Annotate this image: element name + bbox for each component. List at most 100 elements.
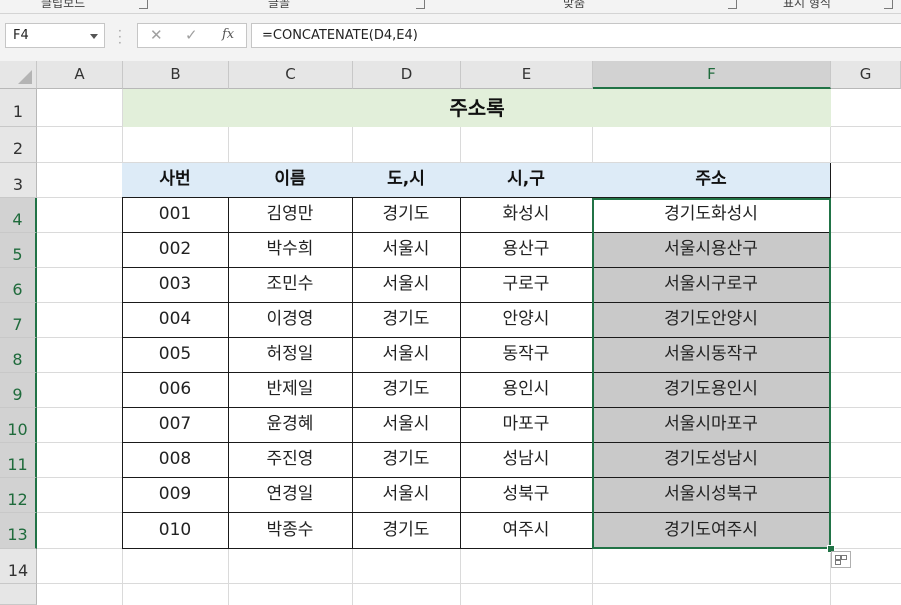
row-header-2[interactable]: 2 xyxy=(0,127,37,163)
column-header-c[interactable]: C xyxy=(229,61,353,89)
formula-bar: F4 · · · ✕ ✓ fx =CONCATENATE(D4,E4) xyxy=(0,14,901,61)
sheet-title[interactable]: 주소록 xyxy=(123,89,831,127)
header-cell-district[interactable]: 시,구 xyxy=(460,163,593,198)
formula-input[interactable]: =CONCATENATE(D4,E4) xyxy=(251,23,901,48)
row-header-14[interactable]: 14 xyxy=(0,549,37,584)
cell-address[interactable]: 서울시동작구 xyxy=(592,338,831,373)
row-header-15[interactable] xyxy=(0,584,37,605)
cell-name[interactable]: 허정일 xyxy=(228,338,353,373)
name-box-value: F4 xyxy=(13,28,29,43)
row-header-5[interactable]: 5 xyxy=(0,233,37,268)
cell-address[interactable]: 경기도안양시 xyxy=(592,303,831,338)
row-header-6[interactable]: 6 xyxy=(0,268,37,303)
formula-text: =CONCATENATE(D4,E4) xyxy=(262,28,418,43)
name-box[interactable]: F4 xyxy=(5,23,105,48)
quick-analysis-icon[interactable] xyxy=(831,551,851,568)
cell-district[interactable]: 구로구 xyxy=(460,268,593,303)
select-all-corner[interactable] xyxy=(0,61,37,89)
name-box-dropdown-icon[interactable] xyxy=(90,34,98,39)
cell-province[interactable]: 경기도 xyxy=(352,443,461,478)
cell-emp-id[interactable]: 001 xyxy=(122,198,229,233)
cell-province[interactable]: 서울시 xyxy=(352,408,461,443)
cell-district[interactable]: 화성시 xyxy=(460,198,593,233)
cell-name[interactable]: 반제일 xyxy=(228,373,353,408)
insert-function-icon[interactable]: fx xyxy=(222,27,234,42)
cell-address[interactable]: 경기도화성시 xyxy=(592,198,831,233)
cell-address[interactable]: 경기도성남시 xyxy=(592,443,831,478)
cell-emp-id[interactable]: 002 xyxy=(122,233,229,268)
column-header-b[interactable]: B xyxy=(123,61,229,89)
cell-district[interactable]: 동작구 xyxy=(460,338,593,373)
column-header-d[interactable]: D xyxy=(353,61,461,89)
alignment-launcher-icon[interactable] xyxy=(728,0,737,9)
ribbon-group-font: 글꼴 xyxy=(268,0,291,10)
font-launcher-icon[interactable] xyxy=(416,0,425,9)
cell-province[interactable]: 서울시 xyxy=(352,233,461,268)
cell-name[interactable]: 조민수 xyxy=(228,268,353,303)
select-all-icon xyxy=(18,70,32,84)
cell-emp-id[interactable]: 008 xyxy=(122,443,229,478)
cell-district[interactable]: 여주시 xyxy=(460,513,593,549)
cell-province[interactable]: 경기도 xyxy=(352,303,461,338)
cell-emp-id[interactable]: 004 xyxy=(122,303,229,338)
cell-district[interactable]: 성북구 xyxy=(460,478,593,513)
cell-district[interactable]: 용산구 xyxy=(460,233,593,268)
cell-address[interactable]: 서울시마포구 xyxy=(592,408,831,443)
header-cell-address[interactable]: 주소 xyxy=(592,163,831,198)
cell-province[interactable]: 경기도 xyxy=(352,198,461,233)
header-cell-province[interactable]: 도,시 xyxy=(352,163,461,198)
cell-province[interactable]: 서울시 xyxy=(352,478,461,513)
cell-emp-id[interactable]: 009 xyxy=(122,478,229,513)
column-header-g[interactable]: G xyxy=(831,61,901,89)
cell-emp-id[interactable]: 005 xyxy=(122,338,229,373)
cell-emp-id[interactable]: 007 xyxy=(122,408,229,443)
column-header-e[interactable]: E xyxy=(461,61,593,89)
header-cell-name[interactable]: 이름 xyxy=(228,163,353,198)
cell-name[interactable]: 박수희 xyxy=(228,233,353,268)
enter-check-icon[interactable]: ✓ xyxy=(185,26,198,44)
row-header-9[interactable]: 9 xyxy=(0,373,37,408)
clipboard-launcher-icon[interactable] xyxy=(139,0,148,9)
cell-address[interactable]: 경기도여주시 xyxy=(592,513,831,549)
cell-address[interactable]: 서울시용산구 xyxy=(592,233,831,268)
ribbon-group-alignment: 맞춤 xyxy=(563,0,586,10)
cell-address[interactable]: 서울시구로구 xyxy=(592,268,831,303)
cell-address[interactable]: 서울시성북구 xyxy=(592,478,831,513)
cell-district[interactable]: 마포구 xyxy=(460,408,593,443)
cell-emp-id[interactable]: 003 xyxy=(122,268,229,303)
ribbon-group-clipboard: 클립보드 xyxy=(41,0,86,10)
cell-name[interactable]: 주진영 xyxy=(228,443,353,478)
cell-province[interactable]: 서울시 xyxy=(352,268,461,303)
drag-handle-icon[interactable]: · · · xyxy=(118,25,122,49)
row-header-8[interactable]: 8 xyxy=(0,338,37,373)
row-header-13[interactable]: 13 xyxy=(0,513,37,549)
cancel-icon[interactable]: ✕ xyxy=(150,26,163,44)
row-header-12[interactable]: 12 xyxy=(0,478,37,513)
cell-district[interactable]: 안양시 xyxy=(460,303,593,338)
cell-address[interactable]: 경기도용인시 xyxy=(592,373,831,408)
row-header-1[interactable]: 1 xyxy=(0,89,37,127)
row-header-7[interactable]: 7 xyxy=(0,303,37,338)
header-cell-emp-id[interactable]: 사번 xyxy=(122,163,229,198)
ribbon-group-labels: 클립보드 글꼴 맞춤 표시 형식 xyxy=(0,0,901,14)
cell-district[interactable]: 용인시 xyxy=(460,373,593,408)
cell-district[interactable]: 성남시 xyxy=(460,443,593,478)
cell-emp-id[interactable]: 006 xyxy=(122,373,229,408)
cell-province[interactable]: 서울시 xyxy=(352,338,461,373)
row-header-4[interactable]: 4 xyxy=(0,198,37,233)
cell-name[interactable]: 이경영 xyxy=(228,303,353,338)
column-header-a[interactable]: A xyxy=(37,61,123,89)
row-header-10[interactable]: 10 xyxy=(0,408,37,443)
row-header-11[interactable]: 11 xyxy=(0,443,37,478)
cell-name[interactable]: 박종수 xyxy=(228,513,353,549)
ribbon-group-number: 표시 형식 xyxy=(783,0,831,10)
number-launcher-icon[interactable] xyxy=(884,0,893,9)
row-header-3[interactable]: 3 xyxy=(0,163,37,198)
cell-name[interactable]: 연경일 xyxy=(228,478,353,513)
cell-emp-id[interactable]: 010 xyxy=(122,513,229,549)
cell-name[interactable]: 윤경혜 xyxy=(228,408,353,443)
cell-name[interactable]: 김영만 xyxy=(228,198,353,233)
cell-province[interactable]: 경기도 xyxy=(352,513,461,549)
cell-province[interactable]: 경기도 xyxy=(352,373,461,408)
column-header-f[interactable]: F xyxy=(593,61,831,89)
